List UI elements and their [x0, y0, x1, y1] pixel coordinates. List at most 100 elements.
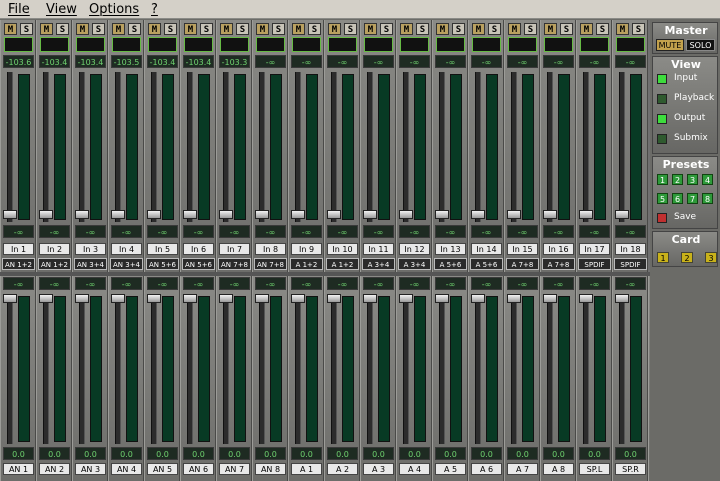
fader-track[interactable]	[223, 72, 229, 222]
fader-track[interactable]	[259, 294, 265, 444]
preset-button-6[interactable]: 6	[672, 193, 683, 204]
preset-button-4[interactable]: 4	[702, 174, 713, 185]
fader-track[interactable]	[115, 294, 121, 444]
fader-knob[interactable]	[75, 294, 89, 303]
mute-button[interactable]: M	[256, 23, 269, 35]
fader-knob[interactable]	[363, 294, 377, 303]
solo-button[interactable]: S	[128, 23, 141, 35]
fader-track[interactable]	[151, 294, 157, 444]
fader-track[interactable]	[547, 294, 553, 444]
routing-label[interactable]: A 5+6	[470, 258, 503, 270]
fader-track[interactable]	[403, 72, 409, 222]
solo-button[interactable]: S	[308, 23, 321, 35]
preset-button-8[interactable]: 8	[702, 193, 713, 204]
routing-label[interactable]: A 5+6	[434, 258, 467, 270]
fader-knob[interactable]	[327, 294, 341, 303]
menu-file[interactable]: File	[8, 2, 30, 17]
solo-button[interactable]: S	[92, 23, 105, 35]
menu-options[interactable]: Options	[89, 2, 139, 17]
solo-button[interactable]: S	[416, 23, 429, 35]
card-button-3[interactable]: 3	[705, 252, 717, 263]
fader-knob[interactable]	[219, 294, 233, 303]
solo-button[interactable]: S	[272, 23, 285, 35]
fader-knob[interactable]	[543, 294, 557, 303]
fader-knob[interactable]	[471, 294, 485, 303]
fader-knob[interactable]	[183, 294, 197, 303]
preset-button-2[interactable]: 2	[672, 174, 683, 185]
mute-button[interactable]: M	[364, 23, 377, 35]
fader-knob[interactable]	[111, 210, 125, 219]
solo-button[interactable]: S	[56, 23, 69, 35]
fader-knob[interactable]	[219, 210, 233, 219]
solo-button[interactable]: S	[524, 23, 537, 35]
fader-knob[interactable]	[147, 294, 161, 303]
fader-knob[interactable]	[435, 294, 449, 303]
fader-knob[interactable]	[471, 210, 485, 219]
routing-label[interactable]: AN 1+2	[38, 258, 71, 270]
solo-button[interactable]: S	[344, 23, 357, 35]
fader-track[interactable]	[367, 72, 373, 222]
fader-track[interactable]	[259, 72, 265, 222]
fader-knob[interactable]	[507, 294, 521, 303]
mute-button[interactable]: M	[508, 23, 521, 35]
routing-label[interactable]: A 3+4	[398, 258, 431, 270]
fader-track[interactable]	[151, 72, 157, 222]
solo-button[interactable]: S	[452, 23, 465, 35]
routing-label[interactable]: AN 1+2	[2, 258, 35, 270]
view-submix-label[interactable]: Submix	[674, 133, 708, 143]
mute-button[interactable]: M	[436, 23, 449, 35]
card-button-1[interactable]: 1	[657, 252, 669, 263]
fader-track[interactable]	[223, 294, 229, 444]
view-playback-label[interactable]: Playback	[674, 93, 714, 103]
solo-button[interactable]: S	[632, 23, 645, 35]
view-submix-led[interactable]	[657, 134, 667, 144]
solo-button[interactable]: S	[20, 23, 33, 35]
fader-track[interactable]	[547, 72, 553, 222]
fader-track[interactable]	[295, 294, 301, 444]
routing-label[interactable]: AN 7+8	[218, 258, 251, 270]
fader-track[interactable]	[583, 294, 589, 444]
fader-track[interactable]	[331, 294, 337, 444]
fader-knob[interactable]	[183, 210, 197, 219]
view-input-label[interactable]: Input	[674, 73, 697, 83]
preset-button-7[interactable]: 7	[687, 193, 698, 204]
mute-button[interactable]: M	[220, 23, 233, 35]
fader-track[interactable]	[331, 72, 337, 222]
fader-knob[interactable]	[39, 210, 53, 219]
card-button-2[interactable]: 2	[681, 252, 693, 263]
solo-button[interactable]: S	[596, 23, 609, 35]
view-output-label[interactable]: Output	[674, 113, 705, 123]
fader-knob[interactable]	[255, 294, 269, 303]
fader-track[interactable]	[403, 294, 409, 444]
solo-button[interactable]: S	[236, 23, 249, 35]
fader-track[interactable]	[619, 72, 625, 222]
routing-label[interactable]: A 3+4	[362, 258, 395, 270]
mute-button[interactable]: M	[184, 23, 197, 35]
routing-label[interactable]: AN 5+6	[182, 258, 215, 270]
mute-button[interactable]: M	[400, 23, 413, 35]
fader-knob[interactable]	[543, 210, 557, 219]
fader-knob[interactable]	[291, 294, 305, 303]
fader-track[interactable]	[439, 72, 445, 222]
fader-track[interactable]	[187, 294, 193, 444]
mute-button[interactable]: M	[616, 23, 629, 35]
master-mute-button[interactable]: MUTE	[656, 39, 684, 51]
solo-button[interactable]: S	[380, 23, 393, 35]
mute-button[interactable]: M	[112, 23, 125, 35]
routing-label[interactable]: AN 3+4	[74, 258, 107, 270]
fader-track[interactable]	[115, 72, 121, 222]
save-label[interactable]: Save	[674, 212, 696, 222]
fader-track[interactable]	[367, 294, 373, 444]
fader-knob[interactable]	[363, 210, 377, 219]
solo-button[interactable]: S	[560, 23, 573, 35]
fader-knob[interactable]	[399, 210, 413, 219]
fader-knob[interactable]	[39, 294, 53, 303]
fader-knob[interactable]	[579, 210, 593, 219]
fader-knob[interactable]	[327, 210, 341, 219]
fader-knob[interactable]	[3, 210, 17, 219]
fader-track[interactable]	[187, 72, 193, 222]
save-led[interactable]	[657, 213, 667, 223]
solo-button[interactable]: S	[488, 23, 501, 35]
fader-knob[interactable]	[255, 210, 269, 219]
view-input-led[interactable]	[657, 74, 667, 84]
